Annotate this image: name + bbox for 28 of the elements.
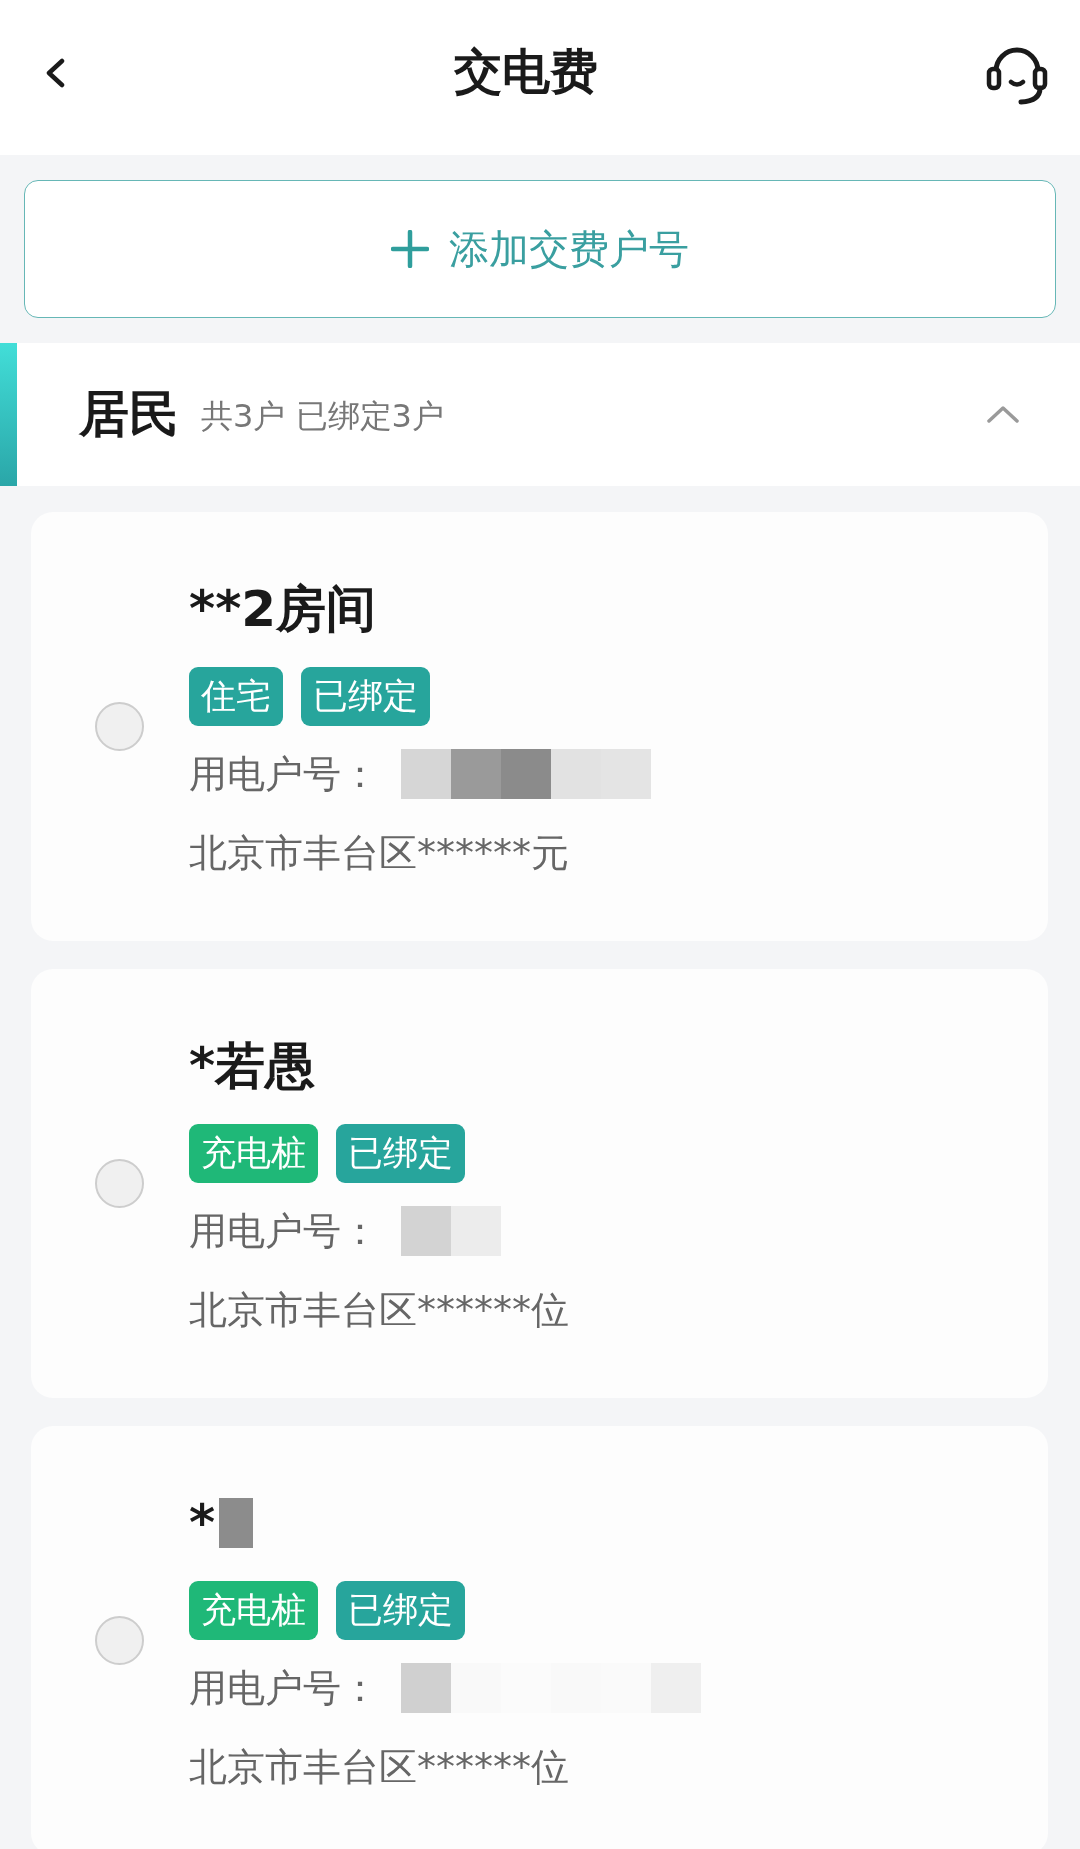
page-title: 交电费 (452, 41, 599, 101)
back-icon[interactable] (44, 57, 66, 88)
account-name: * (189, 1493, 216, 1554)
section-header[interactable]: 居民 共3户 已绑定3户 (0, 343, 1080, 486)
account-number-label: 用电户号： (189, 1664, 379, 1712)
account-card[interactable]: * 充电桩 已绑定 用电户号： 北京市丰台区******位 (31, 1426, 1048, 1849)
account-address: 北京市丰台区******位 (189, 1744, 570, 1791)
account-tag: 已绑定 (336, 1581, 465, 1640)
account-tag: 已绑定 (301, 667, 430, 726)
account-name: **2房间 (189, 579, 377, 640)
account-address: 北京市丰台区******元 (189, 830, 570, 877)
radio-button[interactable] (95, 702, 144, 751)
chevron-up-icon[interactable] (986, 404, 1020, 425)
account-number-label: 用电户号： (189, 1207, 379, 1255)
radio-button[interactable] (95, 1616, 144, 1665)
plus-icon (391, 230, 429, 268)
section-title: 居民 (79, 384, 179, 445)
account-card[interactable]: **2房间 住宅 已绑定 用电户号： 北京市丰台区******元 (31, 512, 1048, 941)
account-address: 北京市丰台区******位 (189, 1287, 569, 1334)
radio-button[interactable] (95, 1159, 144, 1208)
account-card[interactable]: *若愚 充电桩 已绑定 用电户号： 北京市丰台区******位 (31, 969, 1048, 1398)
account-tag: 已绑定 (336, 1124, 465, 1183)
section-summary: 共3户 已绑定3户 (201, 395, 444, 437)
account-tag: 住宅 (189, 667, 283, 726)
account-tag: 充电桩 (189, 1581, 318, 1640)
account-tag: 充电桩 (189, 1124, 318, 1183)
account-number-label: 用电户号： (189, 750, 379, 798)
account-name: *若愚 (189, 1036, 316, 1097)
